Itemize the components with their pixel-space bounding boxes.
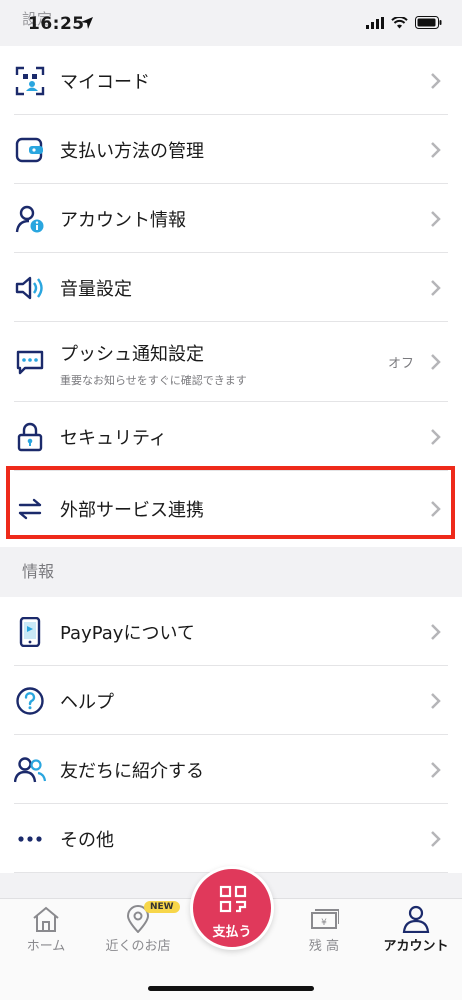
wallet-icon bbox=[14, 134, 46, 166]
chevron-right-icon bbox=[431, 428, 441, 445]
svg-text:¥: ¥ bbox=[321, 918, 327, 928]
info-item-label: PayPayについて bbox=[60, 622, 195, 644]
more-icon bbox=[14, 823, 46, 855]
info-item-label: その他 bbox=[60, 829, 114, 851]
settings-item-account-info[interactable]: アカウント情報 bbox=[0, 184, 462, 253]
settings-item-label: 支払い方法の管理 bbox=[60, 140, 204, 162]
status-bar: 設定 16:25 bbox=[0, 0, 462, 46]
tab-home[interactable]: ホーム bbox=[0, 899, 92, 959]
settings-item-volume[interactable]: 音量設定 bbox=[0, 253, 462, 322]
settings-item-label: プッシュ通知設定 bbox=[60, 344, 204, 365]
pay-button[interactable]: 支払う bbox=[190, 866, 274, 950]
people-icon bbox=[14, 754, 46, 786]
tab-label: ホーム bbox=[26, 939, 66, 954]
cash-icon: ¥ bbox=[311, 909, 339, 929]
tab-label: 残 高 bbox=[308, 939, 340, 954]
home-indicator bbox=[148, 986, 314, 991]
settings-item-security[interactable]: セキュリティ bbox=[0, 402, 462, 471]
status-time: 16:25 bbox=[28, 14, 85, 34]
chevron-right-icon bbox=[431, 692, 441, 709]
wifi-icon bbox=[391, 16, 408, 28]
settings-item-label: マイコード bbox=[60, 71, 150, 93]
info-item-label: 友だちに紹介する bbox=[60, 760, 204, 782]
settings-item-payment-methods[interactable]: 支払い方法の管理 bbox=[0, 115, 462, 184]
chevron-right-icon bbox=[431, 830, 441, 847]
info-item-label: ヘルプ bbox=[60, 691, 114, 713]
account-info-icon bbox=[14, 203, 46, 235]
info-item-about[interactable]: PayPayについて bbox=[0, 597, 462, 666]
settings-item-label: アカウント情報 bbox=[60, 209, 186, 231]
notification-status-value: オフ bbox=[387, 356, 414, 372]
section-label-info: 情報 bbox=[22, 562, 55, 581]
lock-icon bbox=[14, 421, 46, 453]
chevron-right-icon bbox=[431, 141, 441, 158]
tab-label: アカウント bbox=[383, 939, 449, 954]
speaker-icon bbox=[14, 272, 46, 304]
settings-item-label: セキュリティ bbox=[60, 427, 167, 449]
help-icon bbox=[14, 685, 46, 717]
chevron-right-icon bbox=[431, 279, 441, 296]
tab-nearby-stores[interactable]: NEW 近くのお店 bbox=[92, 899, 184, 959]
person-icon bbox=[402, 905, 430, 933]
tab-account[interactable]: アカウント bbox=[370, 899, 462, 959]
status-icons bbox=[366, 16, 442, 29]
qr-scan-icon bbox=[219, 885, 247, 913]
tab-balance[interactable]: ¥ 残 高 bbox=[278, 899, 370, 959]
signal-icon bbox=[366, 16, 384, 29]
settings-item-external-services[interactable]: 外部サービス連携 bbox=[0, 471, 462, 547]
pay-button-label: 支払う bbox=[212, 925, 252, 940]
chat-bubble-icon bbox=[14, 346, 46, 378]
info-list: PayPayについて ヘルプ 友だちに紹介する その他 bbox=[0, 597, 462, 873]
settings-list: マイコード 支払い方法の管理 アカウント情報 音量設定 プッシュ通知設定 重要な… bbox=[0, 46, 462, 547]
settings-item-label: 外部サービス連携 bbox=[60, 500, 204, 521]
chevron-right-icon bbox=[431, 354, 441, 370]
swap-arrows-icon bbox=[14, 493, 46, 525]
location-arrow-icon bbox=[81, 17, 93, 29]
qr-code-icon bbox=[14, 65, 46, 97]
settings-item-push-notifications[interactable]: プッシュ通知設定 重要なお知らせをすぐに確認できます オフ bbox=[0, 322, 462, 402]
battery-icon bbox=[415, 16, 442, 29]
chevron-right-icon bbox=[431, 623, 441, 640]
phone-icon bbox=[14, 616, 46, 648]
chevron-right-icon bbox=[431, 210, 441, 227]
tab-label: 近くのお店 bbox=[105, 939, 171, 954]
chevron-right-icon bbox=[431, 501, 441, 517]
info-item-invite-friends[interactable]: 友だちに紹介する bbox=[0, 735, 462, 804]
settings-item-label: 音量設定 bbox=[60, 278, 132, 300]
chevron-right-icon bbox=[431, 761, 441, 778]
settings-item-sublabel: 重要なお知らせをすぐに確認できます bbox=[60, 374, 247, 387]
home-icon bbox=[33, 906, 59, 932]
chevron-right-icon bbox=[431, 72, 441, 89]
info-item-help[interactable]: ヘルプ bbox=[0, 666, 462, 735]
settings-item-my-code[interactable]: マイコード bbox=[0, 46, 462, 115]
info-item-other[interactable]: その他 bbox=[0, 804, 462, 873]
new-badge: NEW bbox=[144, 901, 180, 913]
